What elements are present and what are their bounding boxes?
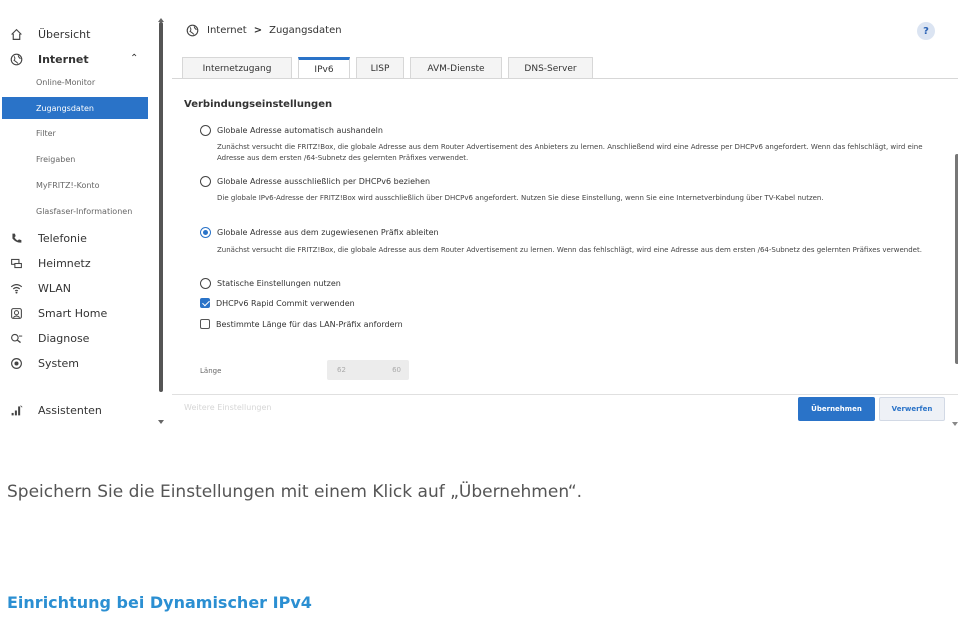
sidebar-subitem-label: Filter (36, 128, 56, 138)
sidebar-subitem-zugangsdaten[interactable]: Zugangsdaten (2, 97, 148, 119)
tab-avm-dienste[interactable]: AVM-Dienste (410, 57, 502, 79)
radio-label: Globale Adresse aus dem zugewiesenen Prä… (217, 228, 439, 237)
tab-internetzugang[interactable]: Internetzugang (182, 57, 292, 79)
chevron-up-icon[interactable]: ⌃ (130, 53, 138, 64)
tab-dns-server[interactable]: DNS-Server (508, 57, 593, 79)
sidebar-item-label: System (38, 356, 80, 370)
phone-icon (10, 232, 32, 245)
instruction-text: Speichern Sie die Einstellungen mit eine… (7, 482, 583, 502)
section-title: Verbindungseinstellungen (184, 99, 333, 110)
sidebar-item-smart-home[interactable]: Smart Home (10, 302, 107, 324)
radio-option-dhcpv6[interactable]: Globale Adresse ausschließlich per DHCPv… (200, 176, 430, 187)
checkbox-label: Bestimmte Länge für das LAN-Präfix anfor… (216, 319, 403, 329)
discard-button[interactable]: Verwerfen (879, 397, 945, 421)
sidebar-subitem-label: MyFRITZ!-Konto (36, 180, 100, 190)
option-description: Die globale IPv6-Adresse der FRITZ!Box w… (217, 194, 824, 202)
ipv6-settings-content: Verbindungseinstellungen Globale Adresse… (172, 79, 952, 399)
checkbox-prefix-length[interactable]: Bestimmte Länge für das LAN-Präfix anfor… (200, 319, 403, 329)
sidebar-item-label: Smart Home (38, 306, 108, 320)
checkbox-label: DHCPv6 Rapid Commit verwenden (216, 298, 355, 308)
globe-icon (186, 24, 199, 37)
smart-home-icon (10, 307, 32, 320)
scroll-down-arrow[interactable] (952, 422, 958, 426)
sidebar-item-label: Telefonie (38, 231, 87, 245)
radio-option-auto[interactable]: Globale Adresse automatisch aushandeln (200, 125, 383, 136)
radio-label: Statische Einstellungen nutzen (217, 279, 341, 288)
sidebar-subitem-online-monitor[interactable]: Online-Monitor (2, 71, 148, 93)
radio-label: Globale Adresse automatisch aushandeln (217, 126, 383, 135)
footer-divider (172, 394, 958, 395)
tab-lisp[interactable]: LISP (356, 57, 404, 79)
sidebar-item-label: Heimnetz (38, 256, 91, 270)
assistant-icon (10, 404, 32, 417)
sidebar-subitem-label: Online-Monitor (36, 77, 96, 87)
breadcrumb: Internet > Zugangsdaten (186, 24, 342, 37)
sidebar-item-wlan[interactable]: WLAN (10, 277, 71, 299)
tab-ipv6[interactable]: IPv6 (298, 57, 350, 79)
breadcrumb-separator: > (253, 25, 263, 36)
checkbox-rapid-commit[interactable]: DHCPv6 Rapid Commit verwenden (200, 298, 355, 308)
radio-option-prefix[interactable]: Globale Adresse aus dem zugewiesenen Prä… (200, 227, 439, 238)
length-input[interactable]: 62 60 (327, 360, 409, 380)
sidebar-item-uebersicht[interactable]: Übersicht (10, 23, 90, 45)
sidebar-subitem-label: Glasfaser-Informationen (36, 206, 133, 216)
radio-button[interactable] (200, 278, 211, 289)
sidebar-item-internet[interactable]: Internet (10, 48, 89, 70)
wifi-icon (10, 282, 32, 295)
checkbox-checked[interactable] (200, 298, 210, 308)
sidebar-item-label: Diagnose (38, 331, 90, 345)
sidebar-subitem-freigaben[interactable]: Freigaben (2, 148, 148, 170)
help-button[interactable]: ? (917, 22, 935, 40)
radio-button-selected[interactable] (200, 227, 211, 238)
tab-bar: Internetzugang IPv6 LISP AVM-Dienste DNS… (182, 57, 599, 79)
sidebar-item-label: Assistenten (38, 403, 102, 417)
apply-button[interactable]: Übernehmen (798, 397, 875, 421)
system-icon (10, 357, 32, 370)
sidebar-item-heimnetz[interactable]: Heimnetz (10, 252, 91, 274)
sidebar-subitem-filter[interactable]: Filter (2, 122, 148, 144)
sidebar-item-label: WLAN (38, 281, 72, 295)
length-label: Länge (200, 367, 222, 375)
breadcrumb-parent[interactable]: Internet (207, 25, 247, 36)
sidebar-item-system[interactable]: System (10, 352, 79, 374)
more-settings-link[interactable]: Weitere Einstellungen (184, 403, 271, 412)
sidebar: Übersicht Internet ⌃ Online-Monitor Zuga… (0, 14, 160, 432)
sidebar-subitem-label: Zugangsdaten (36, 103, 94, 113)
sidebar-item-assistenten[interactable]: Assistenten (10, 399, 102, 421)
home-icon (10, 28, 32, 41)
option-description: Zunächst versucht die FRITZ!Box, die glo… (217, 246, 922, 254)
radio-button[interactable] (200, 125, 211, 136)
section-heading: Einrichtung bei Dynamischer IPv4 (7, 593, 312, 612)
sidebar-item-label: Internet (38, 52, 89, 66)
sidebar-item-label: Übersicht (38, 27, 91, 41)
diagnose-icon (10, 332, 32, 345)
sidebar-subitem-myfritz-konto[interactable]: MyFRITZ!-Konto (2, 174, 148, 196)
sidebar-item-telefonie[interactable]: Telefonie (10, 227, 87, 249)
radio-option-static[interactable]: Statische Einstellungen nutzen (200, 278, 341, 289)
breadcrumb-current: Zugangsdaten (269, 25, 342, 36)
length-max: 60 (392, 366, 401, 374)
checkbox[interactable] (200, 319, 210, 329)
radio-label: Globale Adresse ausschließlich per DHCPv… (217, 177, 431, 186)
globe-icon (10, 53, 32, 66)
sidebar-scrollbar[interactable] (159, 22, 163, 392)
sidebar-subitem-label: Freigaben (36, 154, 76, 164)
main-panel: Internet > Zugangsdaten ? Internetzugang… (172, 14, 958, 432)
sidebar-subitem-glasfaser-informationen[interactable]: Glasfaser-Informationen (2, 200, 148, 222)
scroll-down-arrow[interactable] (158, 420, 164, 424)
sidebar-item-diagnose[interactable]: Diagnose (10, 327, 89, 349)
length-value: 62 (337, 366, 346, 374)
network-icon (10, 257, 32, 270)
option-description: Zunächst versucht die FRITZ!Box, die glo… (217, 143, 923, 162)
radio-button[interactable] (200, 176, 211, 187)
screenshot: Übersicht Internet ⌃ Online-Monitor Zuga… (0, 0, 958, 432)
